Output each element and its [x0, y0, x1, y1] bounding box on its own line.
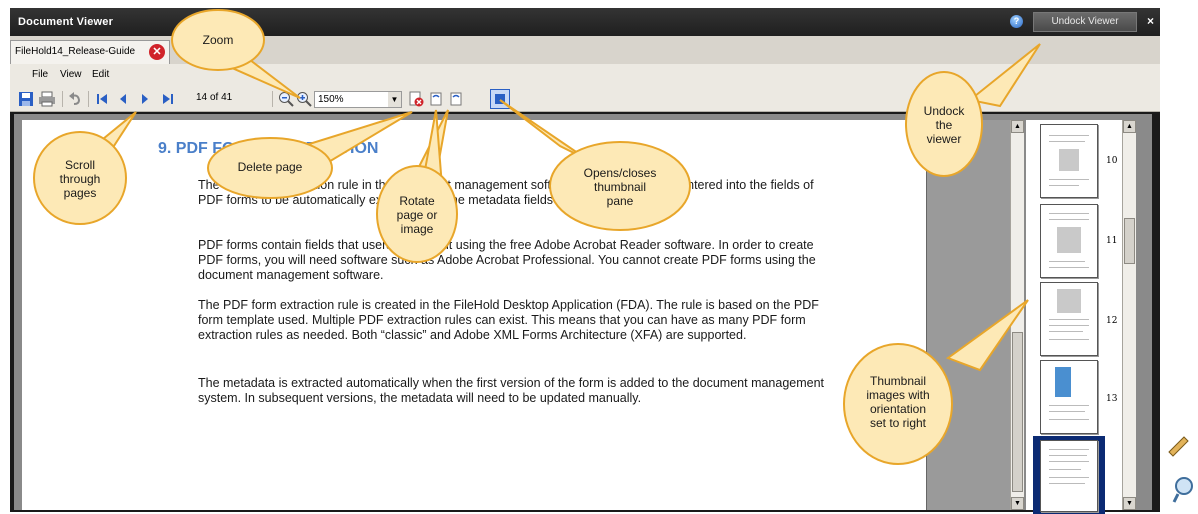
- scroll-callout-label: Scroll through pages: [59, 158, 101, 200]
- thumbnail-pane-callout-label: Opens/closes thumbnail pane: [583, 166, 657, 208]
- rotate-callout-label: Rotate page or image: [396, 194, 438, 236]
- delete-page-callout-label: Delete page: [237, 160, 303, 174]
- callout-overlay: [33, 9, 1041, 465]
- thumbnail-images-callout-label: Thumbnail images with orientation set to…: [866, 374, 930, 430]
- zoom-callout-label: Zoom: [202, 33, 234, 47]
- rotate-callout: [376, 109, 458, 263]
- zoom-callout: [171, 9, 301, 99]
- thumbnail-pane-callout: [499, 99, 691, 231]
- delete-page-callout: [207, 111, 413, 199]
- undock-callout-label: Undock the viewer: [923, 104, 965, 146]
